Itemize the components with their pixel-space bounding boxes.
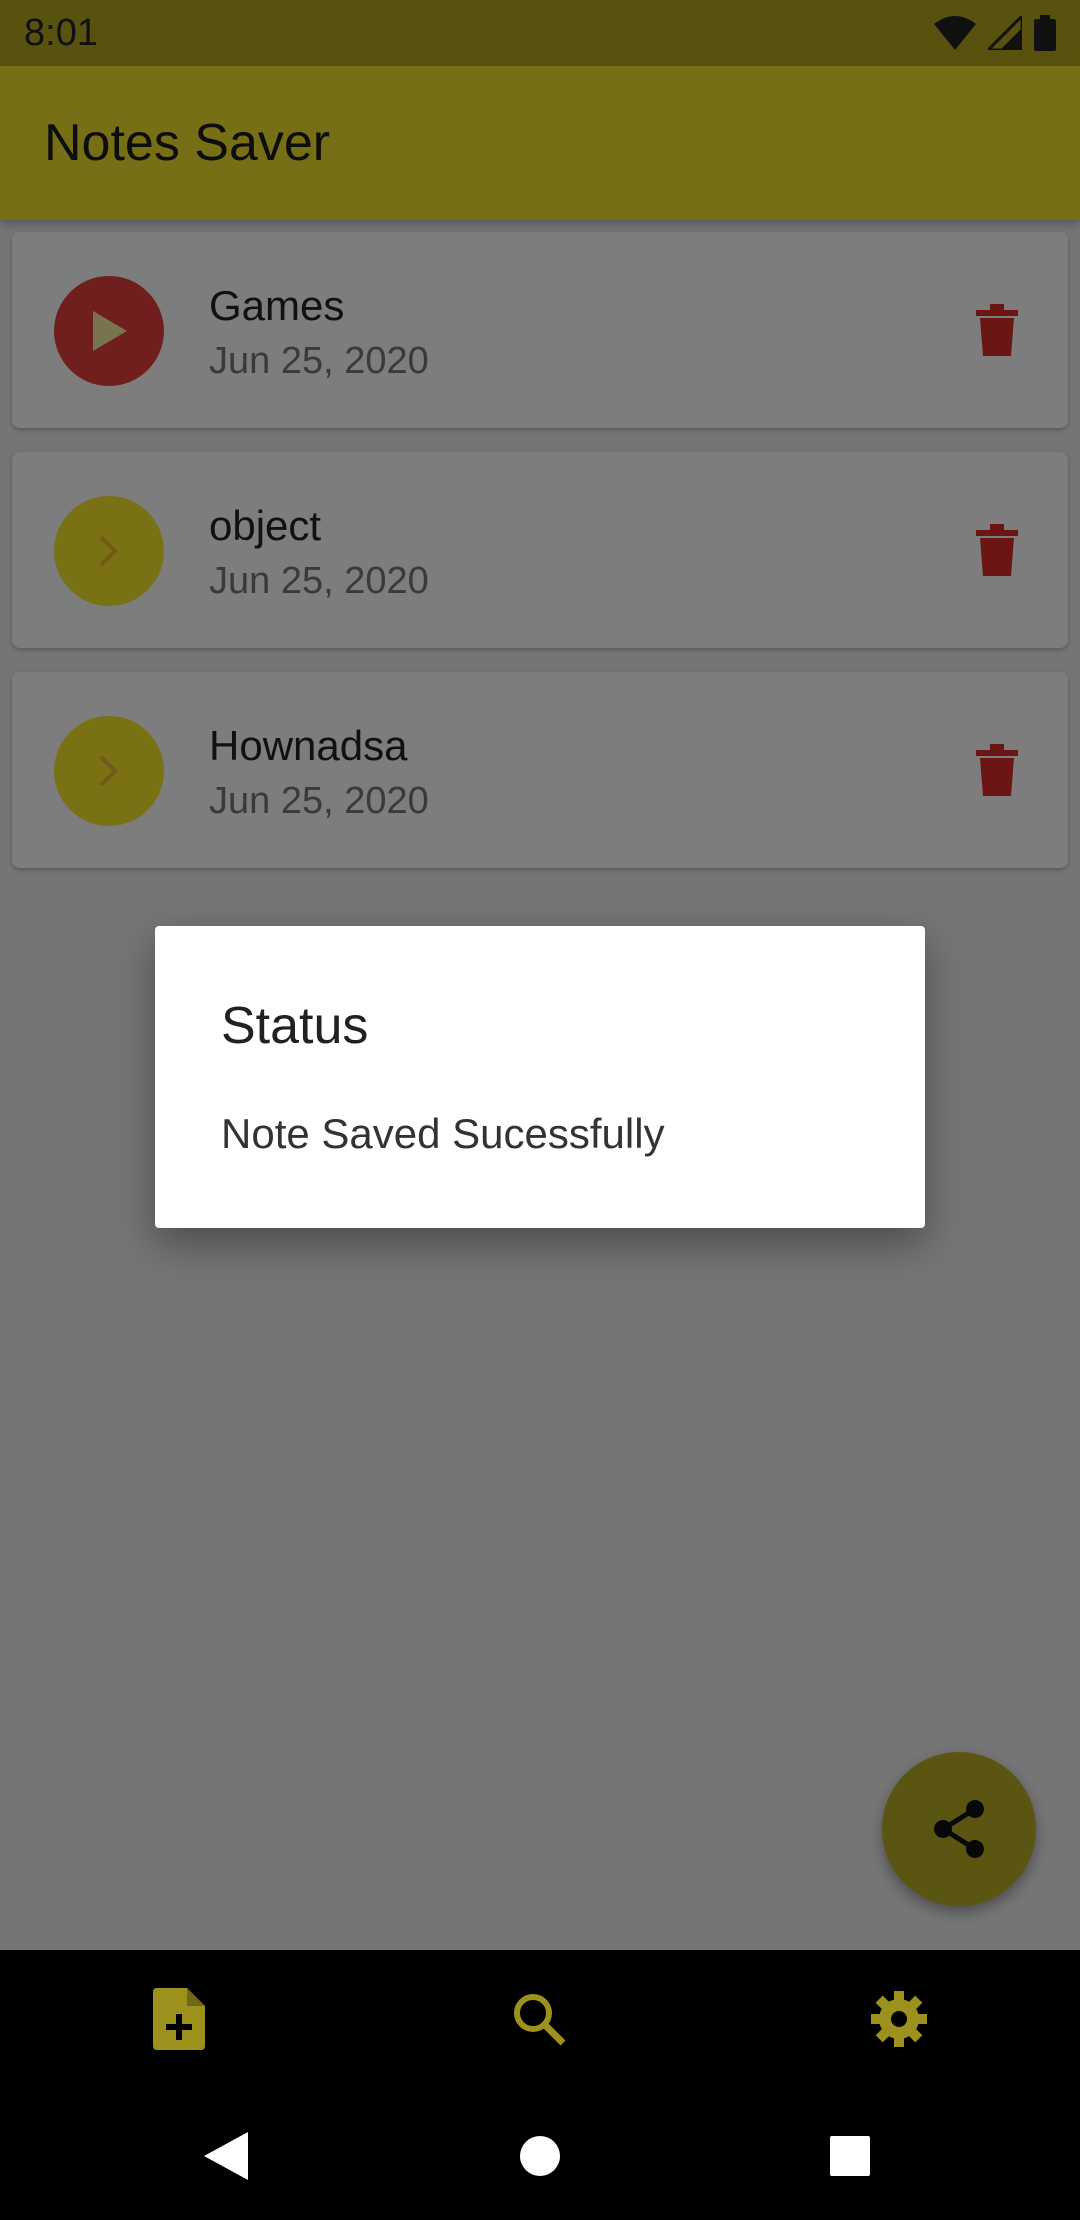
screen: 8:01 Notes Saver Games Jun 25, 2020 obje…: [0, 0, 1080, 2220]
recents-icon: [830, 2136, 870, 2176]
settings-icon: [871, 1991, 927, 2047]
status-dialog: Status Note Saved Sucessfully: [155, 926, 925, 1228]
nav-add-note[interactable]: [144, 1984, 214, 2054]
nav-settings[interactable]: [864, 1984, 934, 2054]
home-icon: [520, 2136, 560, 2176]
bottom-nav: [0, 1950, 1080, 2088]
search-icon: [514, 1994, 566, 2046]
add-note-icon: [153, 1988, 205, 2050]
system-recents-button[interactable]: [820, 2126, 880, 2186]
system-back-button[interactable]: [196, 2126, 256, 2186]
dialog-title: Status: [221, 997, 369, 1055]
system-nav: [0, 2088, 1080, 2220]
dialog-message: Note Saved Sucessfully: [221, 1110, 665, 1157]
system-home-button[interactable]: [510, 2126, 570, 2186]
nav-search[interactable]: [504, 1984, 574, 2054]
back-icon: [204, 2132, 248, 2180]
